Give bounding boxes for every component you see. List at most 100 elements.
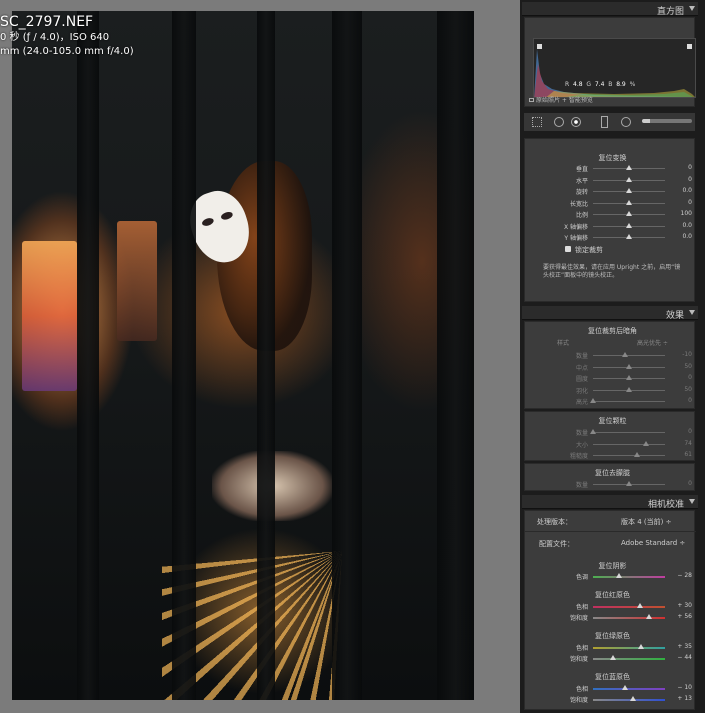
slider-track[interactable]: [593, 606, 665, 608]
style-select[interactable]: 高光优先 ÷: [637, 338, 668, 347]
slider-thumb[interactable]: [590, 398, 596, 403]
slider-thumb[interactable]: [626, 234, 632, 239]
slider-value[interactable]: − 10: [677, 684, 692, 691]
slider-value[interactable]: 50: [684, 386, 692, 393]
adjustment-brush-icon[interactable]: [642, 119, 692, 123]
slider-value[interactable]: + 35: [677, 643, 692, 650]
slider-label: 数量: [575, 353, 588, 360]
slider-thumb[interactable]: [622, 685, 629, 690]
slider-thumb[interactable]: [626, 375, 632, 380]
graduated-filter-icon[interactable]: [601, 116, 608, 128]
slider-thumb[interactable]: [610, 655, 617, 660]
slider-value[interactable]: 0: [688, 480, 692, 487]
slider-value[interactable]: 74: [684, 440, 692, 447]
slider-thumb[interactable]: [626, 363, 632, 369]
slider-value[interactable]: 0: [688, 397, 692, 404]
slider-thumb[interactable]: [622, 352, 629, 357]
profile-select[interactable]: Adobe Standard ÷: [621, 539, 685, 547]
slider-thumb[interactable]: [638, 644, 645, 649]
calibration-title: 相机校准: [647, 500, 684, 510]
collapse-triangle-icon[interactable]: [689, 499, 695, 504]
slider-label: 垂直: [575, 166, 588, 173]
photo-canvas[interactable]: [12, 11, 474, 700]
slider-thumb[interactable]: [633, 452, 640, 457]
red-eye-icon[interactable]: [571, 117, 581, 127]
slider-track[interactable]: [593, 455, 665, 456]
slider-value[interactable]: 0: [688, 176, 692, 183]
slider-value[interactable]: 61: [684, 451, 692, 458]
slider-track[interactable]: [593, 688, 665, 690]
slider-value[interactable]: + 56: [677, 613, 692, 620]
slider-thumb[interactable]: [615, 573, 622, 578]
slider-track[interactable]: [593, 432, 665, 433]
collapse-triangle-icon[interactable]: [689, 6, 695, 11]
blue-primary-reset[interactable]: 复位蓝原色: [529, 672, 696, 682]
slider-value[interactable]: + 30: [677, 602, 692, 609]
radial-filter-icon[interactable]: [621, 117, 631, 127]
slider-value[interactable]: − 44: [677, 654, 692, 661]
slider-row: 大小 74: [529, 439, 696, 449]
slider-track[interactable]: [593, 647, 665, 649]
slider-thumb[interactable]: [626, 199, 632, 205]
slider-thumb[interactable]: [636, 603, 643, 608]
vignette-section: 复位裁剪后暗角 样式 高光优先 ÷ 数量 -10 中点 50 圆度 0 羽化 50 高光 0: [524, 321, 695, 409]
slider-thumb[interactable]: [626, 165, 632, 170]
shadow-clipping-icon[interactable]: [537, 44, 542, 49]
slider-thumb[interactable]: [590, 429, 596, 434]
histogram-chart[interactable]: [533, 38, 696, 98]
lock-crop-label: 锁定裁剪: [575, 246, 603, 254]
slider-value[interactable]: 100: [681, 210, 692, 217]
spot-removal-icon[interactable]: [554, 117, 564, 127]
cage-bar: [172, 11, 196, 700]
slider-row: 水平 0: [529, 175, 696, 185]
slider-value[interactable]: + 13: [677, 695, 692, 702]
calibration-header[interactable]: 相机校准: [522, 495, 698, 510]
green-primary-reset[interactable]: 复位绿原色: [529, 631, 696, 641]
slider-value[interactable]: 0.0: [682, 187, 692, 194]
slider-thumb[interactable]: [626, 211, 632, 216]
slider-value[interactable]: 0.0: [682, 233, 692, 240]
slider-thumb[interactable]: [626, 222, 632, 228]
slider-value[interactable]: 0: [688, 428, 692, 435]
histogram-header[interactable]: 直方图: [522, 2, 698, 17]
vignette-reset[interactable]: 复位裁剪后暗角: [529, 326, 696, 336]
slider-thumb[interactable]: [630, 696, 637, 701]
red-primary-reset[interactable]: 复位红原色: [529, 590, 696, 600]
slider-thumb[interactable]: [646, 614, 653, 619]
slider-track[interactable]: [593, 355, 665, 356]
slider-value[interactable]: 0: [688, 199, 692, 206]
slider-track[interactable]: [593, 699, 665, 701]
slider-value[interactable]: 50: [684, 363, 692, 370]
slider-value[interactable]: − 28: [677, 572, 692, 579]
slider-track[interactable]: [593, 576, 665, 578]
slider-label: 色调: [575, 574, 588, 581]
transform-reset[interactable]: 复位变换: [529, 153, 696, 163]
collapse-triangle-icon[interactable]: [689, 310, 695, 315]
grain-reset[interactable]: 复位颗粒: [529, 416, 696, 426]
cage-bar: [77, 11, 99, 700]
slider-thumb[interactable]: [626, 176, 632, 182]
slider-track[interactable]: [593, 658, 665, 660]
slider-thumb[interactable]: [626, 386, 632, 392]
slider-track[interactable]: [593, 443, 665, 445]
slider-track[interactable]: [593, 617, 665, 619]
process-select[interactable]: 版本 4 (当前) ÷: [621, 517, 671, 527]
lock-crop-checkbox[interactable]: [565, 246, 571, 252]
right-panel: 直方图 R 4.8 G 7.4 B 8.9 % 原始照片 + 智能预览 复位变换…: [520, 0, 705, 713]
effects-header[interactable]: 效果: [522, 306, 698, 321]
shadows-reset[interactable]: 复位阴影: [529, 561, 696, 571]
slider-thumb[interactable]: [626, 188, 632, 193]
slider-track[interactable]: [593, 401, 665, 402]
crop-tool-icon[interactable]: [532, 117, 542, 127]
slider-row: 饱和度 + 13: [529, 694, 696, 704]
slider-value[interactable]: 0: [688, 374, 692, 381]
slider-value[interactable]: -10: [682, 351, 692, 358]
preview-caption: 原始照片 + 智能预览: [529, 95, 593, 104]
slider-value[interactable]: 0.0: [682, 222, 692, 229]
dehaze-reset[interactable]: 复位去朦胧: [529, 468, 696, 478]
highlight-clipping-icon[interactable]: [687, 44, 692, 49]
slider-thumb[interactable]: [626, 481, 632, 486]
slider-thumb[interactable]: [643, 440, 650, 446]
slider-value[interactable]: 0: [688, 164, 692, 171]
slider-row: 圆度 0: [529, 373, 696, 383]
